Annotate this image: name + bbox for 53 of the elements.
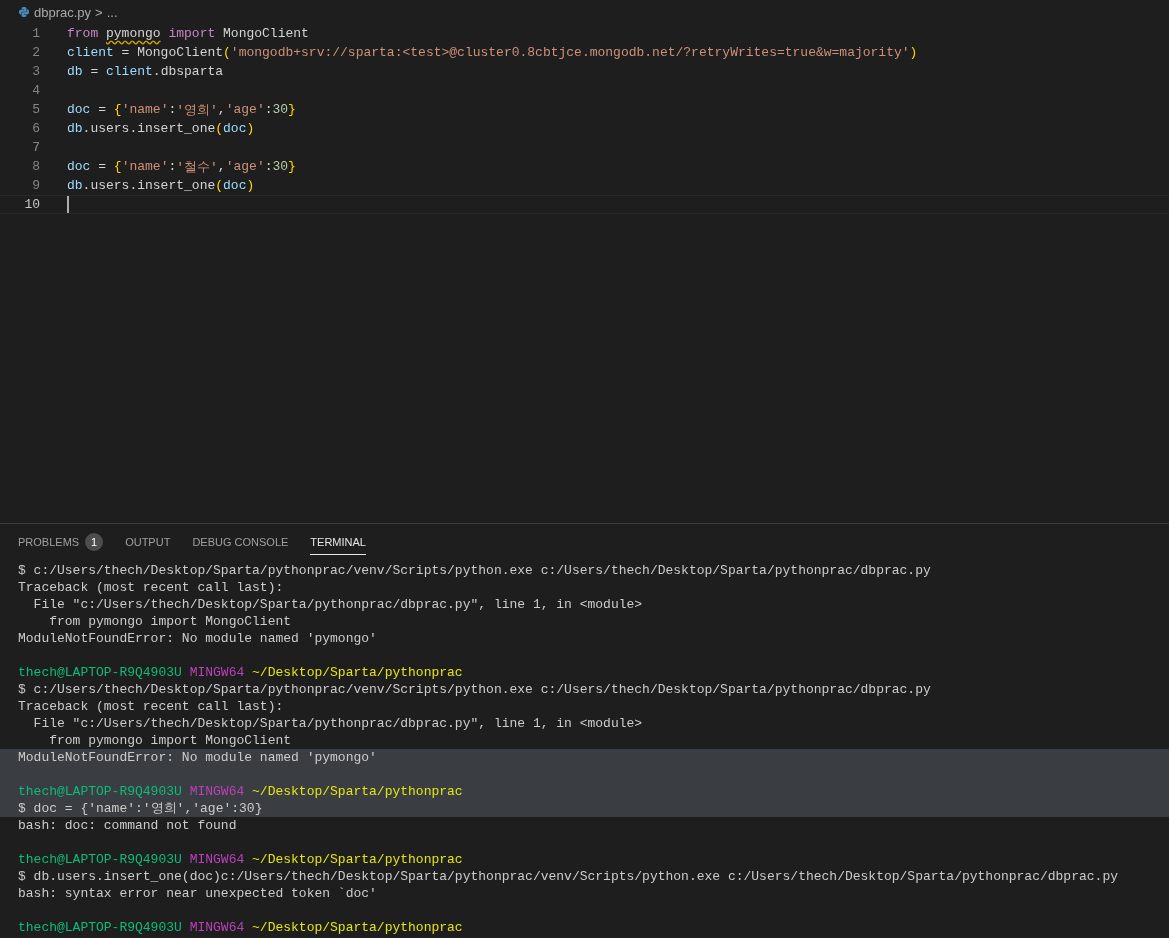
prompt-user: thech@LAPTOP-R9Q4903U: [18, 851, 182, 868]
code-line: db = client.dbsparta: [67, 64, 224, 79]
prompt-system: MINGW64: [189, 664, 245, 681]
terminal-line: Traceback (most recent call last):: [18, 698, 284, 715]
terminal-line: ModuleNotFoundError: No module named 'pymongo': [18, 630, 377, 647]
terminal-line: from pymongo import MongoClient: [48, 613, 292, 630]
code-line: db.users.insert_one(doc): [67, 178, 255, 193]
code-line: doc = {'name':'영희','age':30}: [67, 101, 296, 119]
prompt-path: ~/Desktop/Sparta/pythonprac: [252, 664, 463, 681]
breadcrumb-item[interactable]: ...: [106, 4, 118, 20]
breadcrumb-item[interactable]: dbprac.py: [34, 4, 92, 20]
panel-tab[interactable]: PROBLEMS: [18, 535, 80, 548]
terminal-line: $ c:/Users/thech/Desktop/Sparta/pythonprac/venv/Scripts/python.exe c:/Users/thech/Desktop/Sparta/pythonprac/dbprac.py: [18, 681, 931, 698]
line-number: 4: [31, 83, 40, 98]
breadcrumb-separator: >: [95, 4, 103, 20]
line-number: 2: [31, 45, 40, 60]
prompt-path: ~/Desktop/Sparta/pythonprac: [252, 919, 463, 936]
prompt-system: MINGW64: [189, 783, 245, 800]
line-number: 6: [31, 121, 40, 136]
panel-tab[interactable]: TERMINAL: [310, 535, 366, 548]
count-badge: 1: [85, 532, 104, 551]
line-number: 10: [23, 197, 40, 212]
line-number: 9: [31, 178, 40, 193]
code-line: client = MongoClient('mongodb+srv://sparta:<test>@cluster0.8cbtjce.mongodb.net/?retryWrites=true&w=majority'): [67, 45, 918, 60]
prompt-system: MINGW64: [189, 851, 245, 868]
terminal-line: ModuleNotFoundError: No module named 'pymongo': [18, 749, 377, 766]
line-number: 7: [31, 140, 40, 155]
prompt-user: thech@LAPTOP-R9Q4903U: [18, 664, 182, 681]
python-file-icon: [18, 6, 30, 18]
code-line: doc = {'name':'철수','age':30}: [67, 158, 296, 176]
panel-tab[interactable]: OUTPUT: [125, 535, 171, 548]
terminal-line: File "c:/Users/thech/Desktop/Sparta/pythonprac/dbprac.py", line 1, in <module>: [32, 715, 643, 732]
terminal-line: $ c:/Users/thech/Desktop/Sparta/pythonprac/venv/Scripts/python.exe c:/Users/thech/Desktop/Sparta/pythonprac/dbprac.py: [18, 562, 931, 579]
line-number: 8: [31, 159, 40, 174]
line-number: 5: [31, 102, 40, 117]
terminal-line: Traceback (most recent call last):: [18, 579, 284, 596]
prompt-path: ~/Desktop/Sparta/pythonprac: [252, 783, 463, 800]
code-line: from pymongo import MongoClient: [67, 26, 309, 41]
terminal-line: from pymongo import MongoClient: [48, 732, 292, 749]
terminal-line: $ doc = {'name':'영희','age':30}: [18, 800, 263, 817]
prompt-path: ~/Desktop/Sparta/pythonprac: [252, 851, 463, 868]
terminal-line: bash: doc: command not found: [18, 817, 237, 834]
panel-tab[interactable]: DEBUG CONSOLE: [192, 535, 289, 548]
code-line: db.users.insert_one(doc): [67, 121, 255, 136]
text-cursor: [67, 196, 69, 213]
prompt-user: thech@LAPTOP-R9Q4903U: [18, 919, 182, 936]
prompt-user: thech@LAPTOP-R9Q4903U: [18, 783, 182, 800]
terminal-line: bash: syntax error near unexpected token `doc': [18, 885, 377, 902]
line-number: 1: [31, 26, 40, 41]
terminal-line: File "c:/Users/thech/Desktop/Sparta/pythonprac/dbprac.py", line 1, in <module>: [32, 596, 643, 613]
terminal-line: $ db.users.insert_one(doc)c:/Users/thech/Desktop/Sparta/pythonprac/venv/Scripts/python.exe c:/Users/thech/Desktop/Sparta/pythonprac/dbprac.py: [18, 868, 1118, 885]
prompt-system: MINGW64: [189, 919, 245, 936]
line-number: 3: [31, 64, 40, 79]
